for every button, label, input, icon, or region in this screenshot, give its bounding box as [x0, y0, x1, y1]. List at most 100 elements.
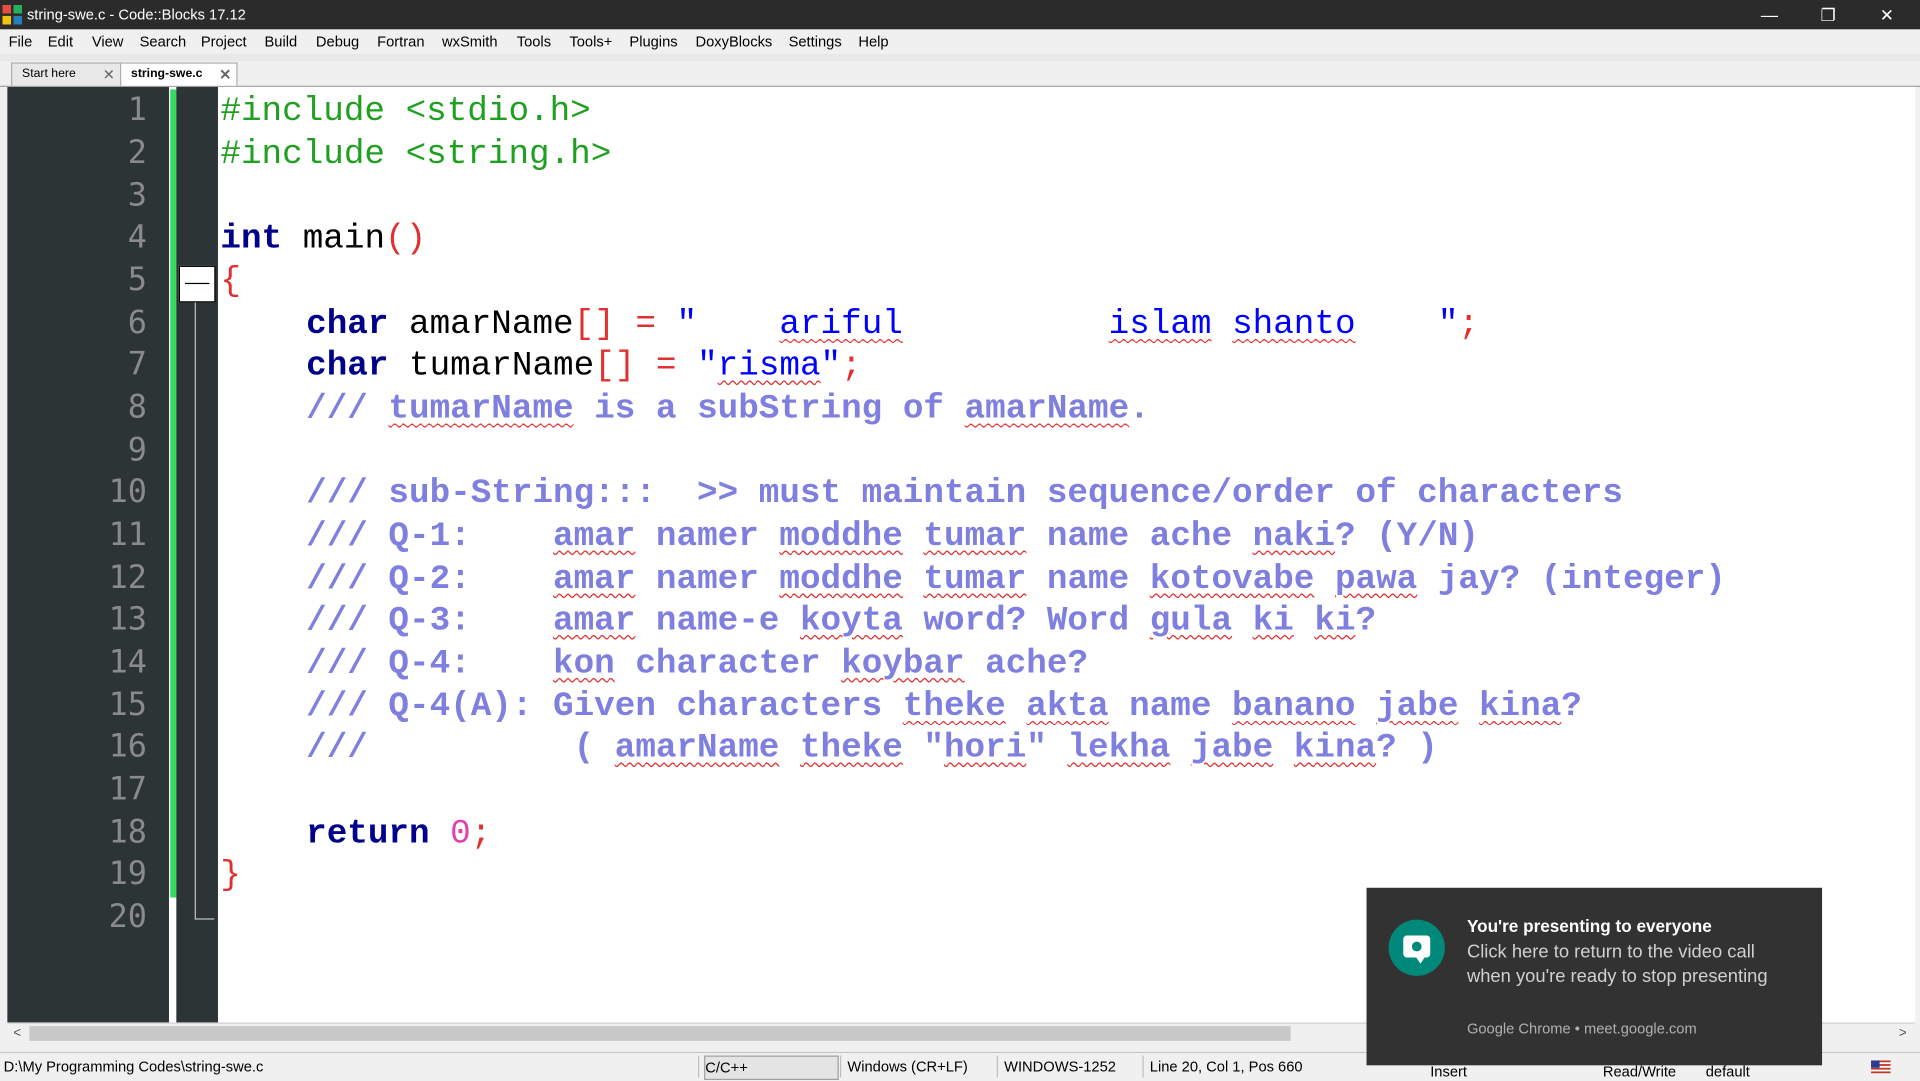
- screen: string-swe.c - Code::Blocks 17.12 — ❐ ✕ …: [0, 0, 1920, 1081]
- minimize-button[interactable]: —: [1741, 0, 1797, 29]
- code-line-2: #include <string.h>: [220, 133, 611, 176]
- menu-doxyblocks[interactable]: DoxyBlocks: [696, 33, 773, 50]
- comment: namer: [635, 517, 780, 556]
- comment-word: ki: [1252, 602, 1294, 641]
- status-cursor-position: Line 20, Col 1, Pos 660: [1149, 1057, 1303, 1076]
- menu-view[interactable]: View: [92, 33, 124, 50]
- menu-settings[interactable]: Settings: [789, 33, 842, 50]
- presenting-notification[interactable]: You're presenting to everyone Click here…: [1366, 887, 1823, 1066]
- menu-debug[interactable]: Debug: [316, 33, 359, 50]
- comment-word: banano: [1232, 688, 1356, 727]
- status-access: Read/Write: [1602, 1062, 1677, 1081]
- comment: [1170, 730, 1191, 768]
- string: ": [1355, 306, 1459, 345]
- operator: ;: [1458, 306, 1480, 345]
- operator: =: [614, 306, 677, 345]
- menu-bar: File Edit View Search Project Build Debu…: [0, 29, 1920, 54]
- restore-button[interactable]: ❐: [1800, 0, 1856, 29]
- comment: name: [1108, 688, 1233, 727]
- preprocessor: #include <string.h>: [220, 135, 612, 174]
- comment-word: naki: [1252, 517, 1335, 556]
- fold-toggle-icon[interactable]: [178, 265, 216, 303]
- code-line-7: char tumarName[] = "risma";: [306, 345, 862, 388]
- menu-plugins[interactable]: Plugins: [629, 33, 677, 50]
- keyword: char: [306, 347, 389, 386]
- string: [903, 306, 1109, 344]
- comment-word: tumar: [923, 560, 1027, 599]
- comment-word: amarName: [614, 729, 780, 768]
- comment-word: amar: [553, 602, 636, 641]
- divider: [697, 1055, 700, 1078]
- code-editor[interactable]: 1 2 3 4 5 6 7 8 9 10 11 12 13 14 15 16 1…: [7, 86, 1916, 1023]
- line-number: 17: [108, 771, 147, 809]
- comment: /// sub-String::: >> must maintain seque…: [306, 475, 1623, 514]
- comment-word: moddhe: [779, 560, 903, 599]
- comment-word: theke: [902, 688, 1006, 727]
- comment-word: tumarName: [388, 390, 574, 429]
- comment-word: kon: [553, 645, 615, 684]
- comment: /// Q-3:: [306, 602, 554, 641]
- line-number: 7: [127, 346, 147, 384]
- comment-word: hori: [943, 729, 1027, 768]
- menu-tools-plus[interactable]: Tools+: [569, 33, 612, 50]
- line-number: 11: [108, 516, 147, 554]
- close-button[interactable]: ✕: [1859, 0, 1915, 29]
- menu-tools[interactable]: Tools: [517, 33, 551, 50]
- menu-fortran[interactable]: Fortran: [377, 33, 424, 50]
- menu-file[interactable]: File: [9, 33, 33, 50]
- string: ": [820, 347, 842, 386]
- status-insert-mode: Insert: [1430, 1062, 1467, 1081]
- close-icon[interactable]: ✕: [219, 66, 231, 83]
- identifier: amarName: [388, 306, 574, 345]
- string: ": [676, 306, 780, 345]
- comment-word: amar: [553, 560, 636, 599]
- scrollbar-thumb[interactable]: [29, 1026, 1291, 1041]
- comment-word: kina: [1478, 688, 1562, 727]
- menu-help[interactable]: Help: [858, 33, 888, 50]
- comment: [1294, 602, 1315, 640]
- line-number: 1: [127, 91, 147, 129]
- operator: []: [573, 306, 615, 345]
- comment: ": [1026, 729, 1068, 768]
- menu-build[interactable]: Build: [264, 33, 297, 50]
- comment: is a subString of: [573, 390, 965, 429]
- code-line-12: /// Q-2: amar namer moddhe tumar name ko…: [306, 558, 1726, 601]
- line-number: 13: [108, 601, 147, 638]
- string-word: shanto: [1232, 306, 1356, 345]
- comment: ? (Y/N): [1334, 517, 1479, 556]
- code-area[interactable]: #include <stdio.h> #include <string.h> i…: [220, 86, 1916, 1023]
- number: 0: [450, 815, 471, 854]
- menu-wxsmith[interactable]: wxSmith: [442, 33, 498, 50]
- notification-source: Google Chrome • meet.google.com: [1466, 1020, 1697, 1038]
- tab-string-swe[interactable]: string-swe.c ✕: [120, 62, 238, 86]
- line-number: 2: [127, 134, 147, 172]
- menu-search[interactable]: Search: [140, 33, 187, 50]
- status-theme: default: [1705, 1062, 1750, 1081]
- operator: ;: [470, 815, 492, 854]
- scroll-left-icon[interactable]: <: [7, 1024, 27, 1044]
- line-number: 4: [127, 219, 147, 256]
- menu-project[interactable]: Project: [201, 33, 247, 50]
- comment: ache?: [964, 645, 1089, 684]
- line-number: 10: [108, 473, 147, 511]
- menu-edit[interactable]: Edit: [48, 33, 73, 50]
- status-encoding: WINDOWS-1252: [1004, 1057, 1116, 1076]
- scroll-right-icon[interactable]: >: [1893, 1024, 1913, 1044]
- comment-word: koybar: [841, 645, 965, 684]
- string-word: islam: [1108, 306, 1212, 345]
- comment: /// Q-4(A): Given characters: [306, 688, 903, 727]
- code-line-6: char amarName[] = " ariful islam shanto …: [306, 304, 1479, 347]
- tab-start-here[interactable]: Start here ✕: [11, 62, 122, 86]
- comment: /// (: [306, 729, 615, 768]
- close-icon[interactable]: ✕: [103, 66, 115, 83]
- line-number: 15: [108, 686, 147, 724]
- comment: word? Word: [902, 602, 1150, 641]
- codeblocks-logo-icon: [2, 4, 23, 25]
- code-line-4: int main(): [220, 218, 426, 261]
- operator: ;: [841, 347, 862, 386]
- us-flag-icon: [1871, 1060, 1891, 1074]
- code-line-10: /// sub-String::: >> must maintain seque…: [306, 473, 1623, 516]
- status-language: C/C++: [704, 1055, 839, 1081]
- code-line-15: /// Q-4(A): Given characters theke akta …: [306, 686, 1582, 729]
- comment: /// Q-2:: [306, 560, 554, 599]
